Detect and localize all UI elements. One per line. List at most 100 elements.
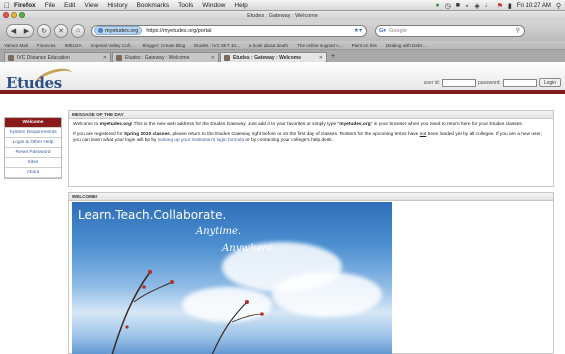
bookmarks-toolbar: Yahoo! Mail Finances IMELDA Imperial Val… bbox=[0, 41, 565, 50]
bookmark-item[interactable]: Blogger: Create Blog bbox=[142, 43, 185, 48]
welcome-anywhere: Anywhere... bbox=[222, 243, 283, 254]
bookmark-item[interactable]: a book about death bbox=[249, 43, 288, 48]
url-bar[interactable]: myetudes.org https://myetudes.org/portal… bbox=[91, 24, 367, 37]
clock[interactable]: Fri 10:27 AM bbox=[517, 3, 551, 9]
web-page: Etudes user id: password: Login Welcome … bbox=[0, 62, 565, 354]
site-identity-badge[interactable]: myetudes.org bbox=[94, 26, 143, 35]
url-text[interactable]: https://myetudes.org/portal bbox=[146, 28, 211, 34]
bookmark-item[interactable]: Etudes : IVC 6KT 10... bbox=[194, 43, 240, 48]
bookmark-item[interactable]: Dealing with Debt ... bbox=[386, 43, 427, 48]
message-of-the-day-box: MESSAGE OF THE DAY Welcome to myetudes.o… bbox=[68, 110, 554, 187]
bookmark-item[interactable]: The online support c... bbox=[297, 43, 342, 48]
battery-icon[interactable]: ▮ bbox=[508, 2, 512, 10]
tab-ivc-distance-education[interactable]: IVC Distance Education ✕ bbox=[4, 52, 111, 62]
stop-icon[interactable]: ✕ bbox=[54, 23, 68, 38]
back-arrow-icon[interactable]: ◀ bbox=[11, 27, 16, 35]
menu-status-area: ● ◷ ■ ⋆ ◈ ♩ ⚑ ▮ Fri 10:27 AM ⚲ bbox=[435, 0, 561, 11]
search-icon[interactable]: ⚲ bbox=[516, 27, 520, 34]
etudes-header: Etudes user id: password: Login bbox=[0, 62, 565, 96]
welcome-heading: WELCOME! bbox=[69, 193, 553, 201]
back-forward-buttons: ◀ ▶ bbox=[6, 23, 34, 38]
tab-favicon bbox=[224, 54, 230, 61]
close-window-icon[interactable] bbox=[3, 12, 9, 18]
apple-menu-icon[interactable]:  bbox=[4, 1, 14, 10]
bookmark-item[interactable]: Finances bbox=[37, 43, 56, 48]
tab-label: IVC Distance Education bbox=[17, 54, 70, 61]
window-title-bar: Etudes : Gateway : Welcome bbox=[0, 11, 565, 20]
menu-app-firefox[interactable]: Firefox bbox=[14, 2, 36, 9]
welcome-anytime: Anytime. bbox=[196, 226, 242, 237]
menu-tools[interactable]: Tools bbox=[178, 2, 193, 9]
motd-text: ! This is the new web address for the Et… bbox=[131, 122, 340, 127]
login-formula-link[interactable]: looking up your institution's login form… bbox=[158, 138, 244, 143]
tab-favicon bbox=[8, 54, 14, 61]
new-tab-icon[interactable]: + bbox=[331, 52, 335, 62]
display-icon[interactable]: ■ bbox=[456, 2, 460, 9]
bookmark-star-icon[interactable]: ★▾ bbox=[354, 27, 362, 34]
google-icon[interactable]: G▾ bbox=[379, 28, 386, 34]
bookmark-item[interactable]: Yahoo! Mail bbox=[4, 43, 28, 48]
sidebar-item-login-help[interactable]: Login & Other Help bbox=[5, 138, 61, 148]
sidebar-item-system-requirements[interactable]: System Requirements bbox=[5, 128, 61, 138]
home-icon[interactable]: ⌂ bbox=[71, 23, 85, 38]
motd-text: " in your browser when you need to retur… bbox=[370, 122, 524, 127]
globe-icon bbox=[98, 28, 103, 33]
sidebar-nav: Welcome System Requirements Login & Othe… bbox=[4, 117, 62, 179]
motd-paragraph-2: If you are registered for Spring 2010 cl… bbox=[73, 132, 549, 144]
motd-text: Welcome to bbox=[73, 122, 100, 127]
zoom-window-icon[interactable] bbox=[19, 12, 25, 18]
bookmark-item[interactable]: Paint on this bbox=[352, 43, 377, 48]
tab-strip: IVC Distance Education ✕ Etudes : Gatewa… bbox=[0, 50, 565, 62]
time-machine-icon[interactable]: ◷ bbox=[445, 2, 451, 10]
menu-edit[interactable]: Edit bbox=[64, 2, 75, 9]
user-id-label: user id: bbox=[423, 79, 440, 86]
password-input[interactable] bbox=[502, 78, 537, 87]
window-controls bbox=[3, 12, 25, 18]
login-button[interactable]: Login bbox=[538, 78, 561, 87]
etudes-logo[interactable]: Etudes bbox=[6, 74, 62, 92]
window-title: Etudes : Gateway : Welcome bbox=[247, 12, 318, 19]
user-id-input[interactable] bbox=[441, 78, 476, 87]
tab-label: Etudes : Gateway : Welcome bbox=[125, 54, 190, 61]
forward-arrow-icon[interactable]: ▶ bbox=[24, 27, 29, 35]
menu-bookmarks[interactable]: Bookmarks bbox=[137, 2, 170, 9]
reload-icon[interactable]: ↻ bbox=[37, 23, 51, 38]
bluetooth-icon[interactable]: ⋆ bbox=[465, 2, 469, 10]
tab-etudes-gateway-active[interactable]: Etudes : Gateway : Welcome ✕ bbox=[220, 52, 327, 62]
welcome-tagline: Learn.Teach.Collaborate. bbox=[78, 208, 227, 222]
search-bar[interactable]: G▾ Google ⚲ bbox=[375, 24, 525, 37]
password-label: password: bbox=[477, 79, 501, 86]
menu-view[interactable]: View bbox=[84, 2, 98, 9]
motd-bold: myetudes.org bbox=[339, 122, 371, 127]
menu-window[interactable]: Window bbox=[202, 2, 225, 9]
spotlight-icon[interactable]: ⚲ bbox=[556, 2, 561, 10]
menu-help[interactable]: Help bbox=[234, 2, 247, 9]
motd-text: , please return to the Etudes Gateway ri… bbox=[169, 132, 420, 138]
bookmark-item[interactable]: IMELDA bbox=[65, 43, 82, 48]
motd-paragraph-1: Welcome to myetudes.org! This is the new… bbox=[73, 122, 549, 128]
volume-icon[interactable]: ♩ bbox=[485, 2, 492, 9]
minimize-window-icon[interactable] bbox=[11, 12, 17, 18]
site-badge-label: myetudes.org bbox=[105, 27, 139, 34]
status-green-icon[interactable]: ● bbox=[435, 2, 439, 9]
sidebar-item-welcome[interactable]: Welcome bbox=[5, 118, 61, 128]
menu-file[interactable]: File bbox=[45, 2, 55, 9]
close-tab-icon[interactable]: ✕ bbox=[319, 55, 323, 61]
wifi-icon[interactable]: ◈ bbox=[474, 2, 479, 10]
motd-text: If you are registered for bbox=[73, 132, 124, 138]
search-placeholder: Google bbox=[389, 27, 407, 34]
welcome-box: WELCOME! Learn.Teach.Collaborate. Anytim… bbox=[68, 192, 554, 354]
welcome-banner-image: Learn.Teach.Collaborate. Anytime. Anywhe… bbox=[72, 202, 392, 354]
tab-etudes-gateway-1[interactable]: Etudes : Gateway : Welcome ✕ bbox=[112, 52, 219, 62]
motd-bold: myetudes.org bbox=[99, 122, 132, 127]
sidebar-item-reset-password[interactable]: Reset Password bbox=[5, 148, 61, 158]
tab-favicon bbox=[116, 54, 122, 61]
bookmark-item[interactable]: Imperial Valley Coll... bbox=[91, 43, 134, 48]
menu-history[interactable]: History bbox=[107, 2, 127, 9]
sidebar-item-sites[interactable]: Sites bbox=[5, 158, 61, 168]
close-tab-icon[interactable]: ✕ bbox=[103, 55, 107, 61]
flag-icon[interactable]: ⚑ bbox=[497, 2, 503, 10]
sidebar-item-about[interactable]: About bbox=[5, 168, 61, 178]
close-tab-icon[interactable]: ✕ bbox=[211, 55, 215, 61]
tab-label: Etudes : Gateway : Welcome bbox=[233, 54, 301, 61]
